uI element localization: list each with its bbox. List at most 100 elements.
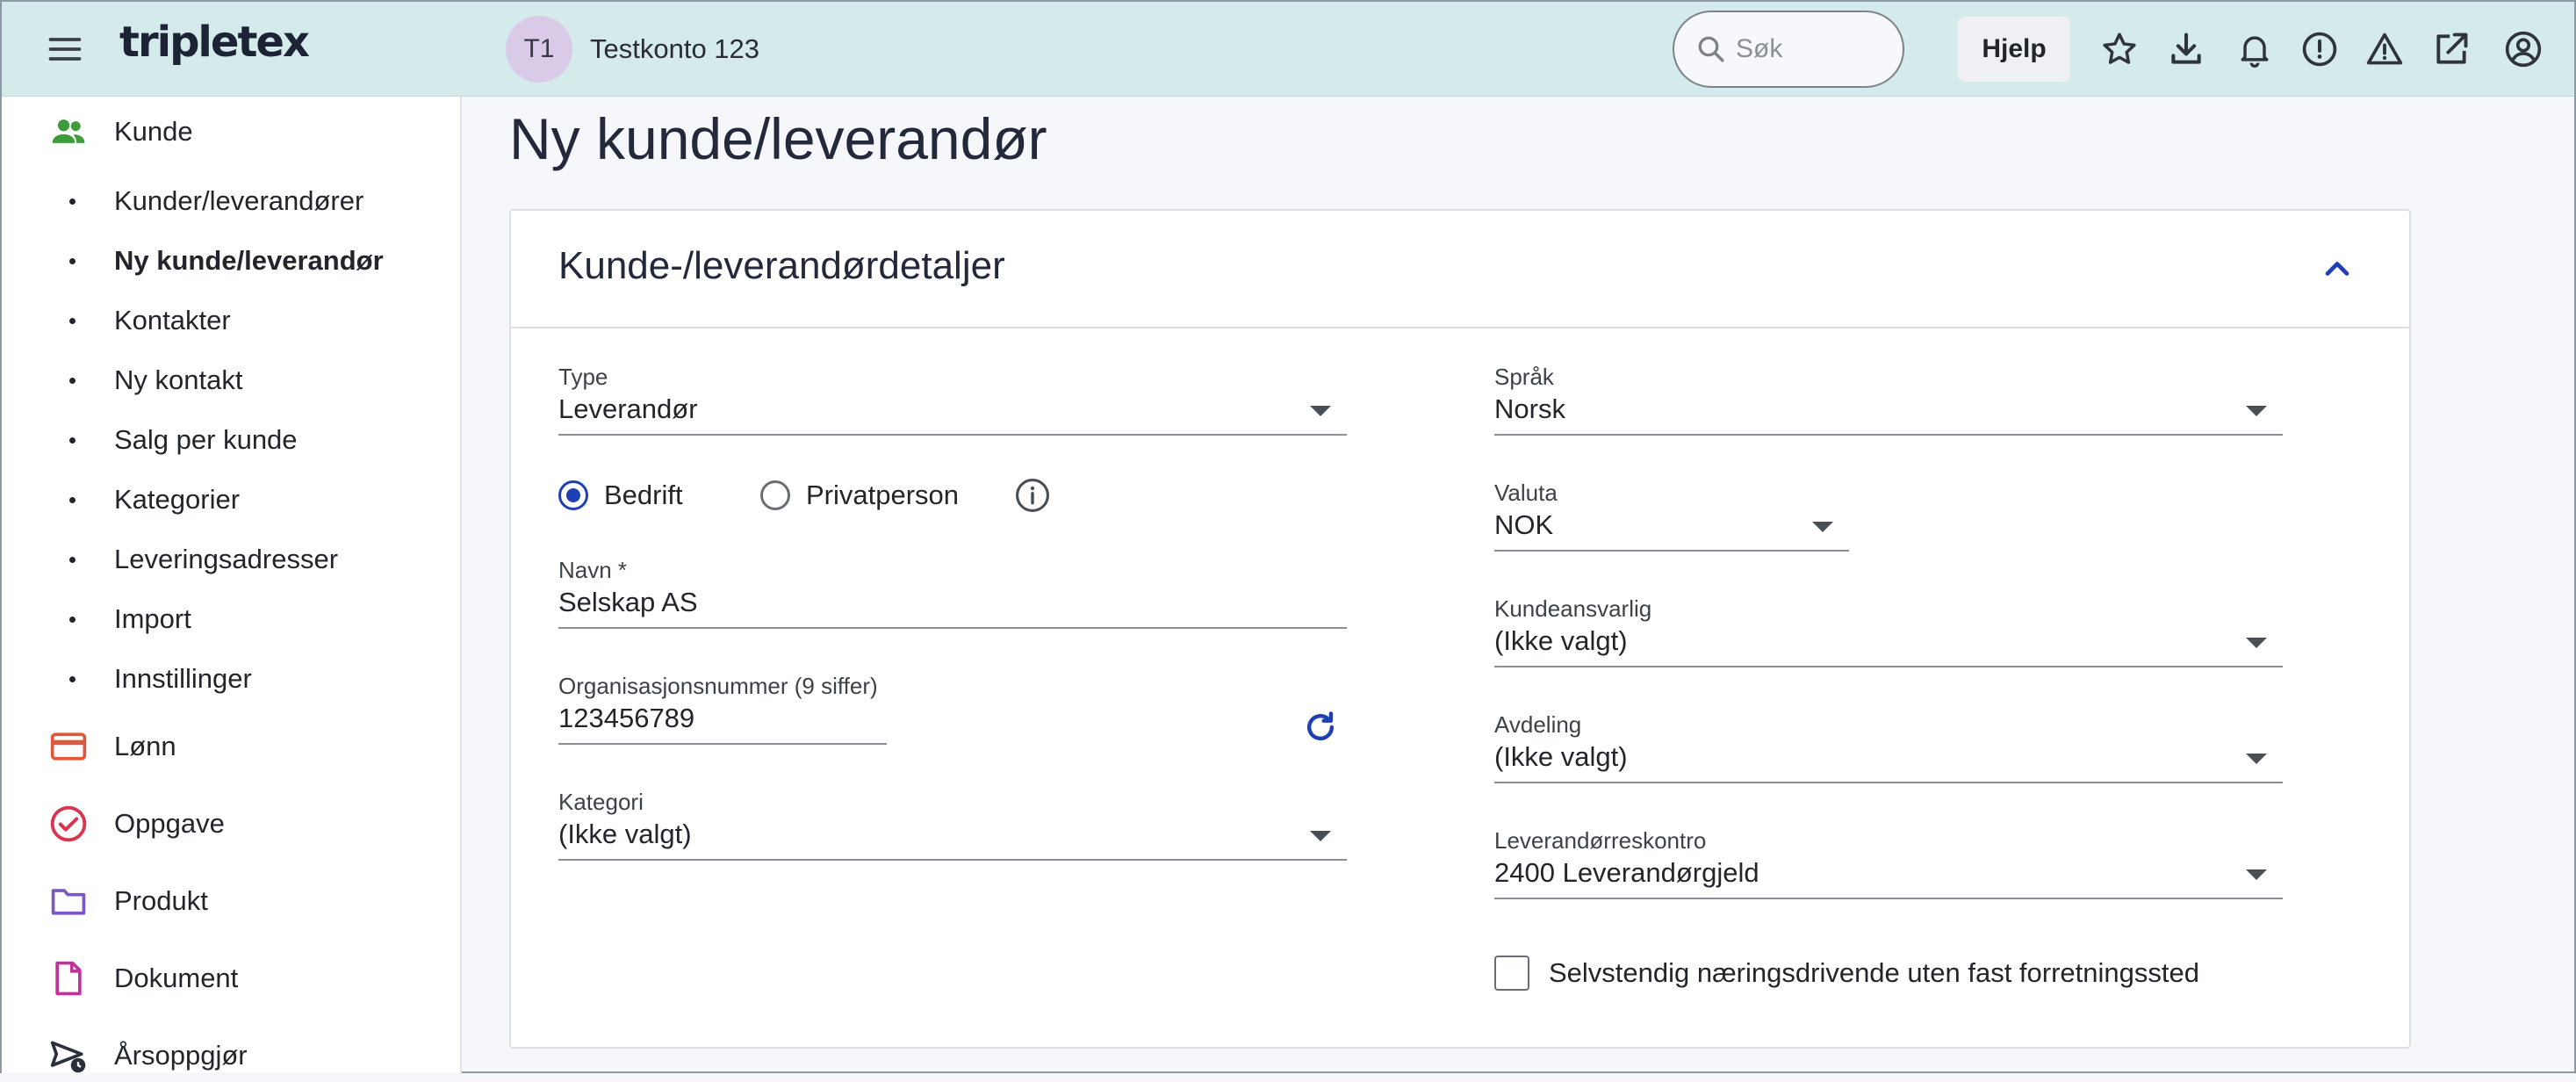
sidebar-item-dokument[interactable]: Dokument [2, 952, 460, 1005]
field-underline [558, 859, 1347, 861]
field-underline [1494, 898, 2283, 899]
sidebar-item-arsoppgjor[interactable]: Årsoppgjør [2, 1029, 460, 1082]
card-title: Kunde-/leverandørdetaljer [558, 244, 1005, 287]
bullet [69, 616, 76, 623]
field-value: Leverandør [558, 393, 698, 424]
help-button[interactable]: Hjelp [1958, 17, 2070, 82]
field-underline [1494, 550, 1849, 552]
field-label: Navn * [558, 557, 628, 583]
field-label: Organisasjonsnummer (9 siffer) [558, 673, 878, 699]
sidebar-subitem-label: Ny kontakt [114, 364, 243, 395]
name-field[interactable]: Navn * Selskap AS [558, 557, 1347, 636]
sidebar-item-produkt[interactable]: Produkt [2, 875, 460, 927]
field-label: Type [558, 364, 608, 390]
document-icon [49, 959, 88, 998]
refresh-icon[interactable] [1301, 708, 1340, 747]
sidebar-item-label: Produkt [114, 885, 208, 916]
field-underline [558, 627, 1347, 629]
customer-details-card: Kunde-/leverandørdetaljer Type Leverandø… [509, 209, 2411, 1049]
sidebar-item-lonn[interactable]: Lønn [2, 720, 460, 773]
info-icon[interactable] [1013, 476, 1052, 515]
customer-responsible-select[interactable]: Kundeansvarlig (Ikke valgt) [1494, 595, 2283, 674]
alert-circle-icon[interactable] [2300, 30, 2339, 69]
caret-down-icon [1310, 831, 1331, 841]
card-header: Kunde-/leverandørdetaljer [511, 211, 2409, 328]
field-value: NOK [1494, 509, 1554, 540]
sidebar-subitem-label: Leveringsadresser [114, 544, 339, 574]
radio-circle [760, 480, 790, 510]
radio-privatperson[interactable]: Privatperson [760, 480, 959, 511]
sidebar-subitem-label: Ny kunde/leverandør [114, 245, 384, 276]
external-link-icon[interactable] [2432, 30, 2471, 69]
account-name: Testkonto 123 [590, 33, 760, 64]
language-select[interactable]: Språk Norsk [1494, 364, 2283, 443]
user-circle-icon[interactable] [2504, 30, 2543, 69]
collapse-button[interactable] [2318, 249, 2357, 288]
caret-down-icon [2246, 754, 2267, 764]
supplier-ledger-select[interactable]: Leverandørreskontro 2400 Leverandørgjeld [1494, 827, 2283, 906]
bullet [69, 198, 76, 205]
menu-icon[interactable] [46, 30, 84, 69]
sidebar-subitem-label: Kontakter [114, 305, 231, 335]
sidebar-subitem-kunder-leverandorer[interactable]: Kunder/leverandører [2, 177, 460, 226]
sidebar-subitem-innstillinger[interactable]: Innstillinger [2, 654, 460, 703]
folder-icon [49, 882, 88, 920]
type-select[interactable]: Type Leverandør [558, 364, 1347, 443]
field-label: Avdeling [1494, 711, 1582, 738]
sidebar-subitem-salg-per-kunde[interactable]: Salg per kunde [2, 415, 460, 465]
sidebar-item-label: Dokument [114, 963, 239, 993]
category-select[interactable]: Kategori (Ikke valgt) [558, 789, 1347, 868]
sidebar-item-label: Oppgave [114, 808, 225, 839]
sidebar-subitem-label: Import [114, 603, 191, 634]
sidebar-subitem-label: Kunder/leverandører [114, 185, 364, 216]
warning-triangle-icon[interactable] [2365, 30, 2404, 69]
sidebar-subitem-kontakter[interactable]: Kontakter [2, 296, 460, 345]
sidebar-subitem-ny-kontakt[interactable]: Ny kontakt [2, 356, 460, 405]
sidebar-item-label: Lønn [114, 731, 176, 761]
sidebar-item-oppgave[interactable]: Oppgave [2, 797, 460, 850]
field-label: Kategori [558, 789, 644, 815]
field-value: 123456789 [558, 703, 695, 733]
bullet [69, 377, 76, 384]
account-switcher[interactable]: T1 Testkonto 123 [506, 16, 759, 83]
caret-down-icon [2246, 638, 2267, 648]
search-placeholder: Søk [1736, 34, 1783, 63]
download-icon[interactable] [2167, 30, 2205, 69]
caret-down-icon [2246, 869, 2267, 880]
star-icon[interactable] [2100, 30, 2139, 69]
currency-select[interactable]: Valuta NOK [1494, 480, 1849, 559]
field-underline [1494, 434, 2283, 436]
radio-bedrift[interactable]: Bedrift [558, 480, 683, 511]
org-number-field[interactable]: Organisasjonsnummer (9 siffer) 123456789 [558, 673, 892, 752]
self-employed-checkbox[interactable]: Selvstendig næringsdrivende uten fast fo… [1494, 956, 2199, 991]
sidebar-item-kunde[interactable]: Kunde [2, 105, 460, 158]
caret-down-icon [1310, 406, 1331, 416]
search-input[interactable]: Søk [1673, 11, 1904, 88]
bullet [69, 317, 76, 324]
bullet [69, 675, 76, 682]
page-title: Ny kunde/leverandør [509, 106, 1047, 171]
field-value: Norsk [1494, 393, 1565, 424]
bullet [69, 436, 76, 444]
department-select[interactable]: Avdeling (Ikke valgt) [1494, 711, 2283, 790]
sidebar-subitem-label: Innstillinger [114, 663, 252, 694]
field-label: Leverandørreskontro [1494, 827, 1707, 854]
check-circle-icon [49, 804, 88, 843]
field-label: Kundeansvarlig [1494, 595, 1652, 622]
sidebar-subitem-ny-kunde-leverandor[interactable]: Ny kunde/leverandør [2, 236, 460, 285]
field-value: (Ikke valgt) [1494, 625, 1628, 656]
radio-circle [558, 480, 588, 510]
bullet [69, 556, 76, 563]
checkbox-label: Selvstendig næringsdrivende uten fast fo… [1549, 957, 2199, 988]
avatar: T1 [506, 16, 572, 83]
top-bar: tripletex T1 Testkonto 123 Søk Hjelp [2, 2, 2574, 97]
sidebar-subitem-leveringsadresser[interactable]: Leveringsadresser [2, 535, 460, 584]
app-logo[interactable]: tripletex [119, 18, 310, 67]
sidebar-subitem-import[interactable]: Import [2, 595, 460, 644]
sidebar-item-label: Årsoppgjør [114, 1040, 248, 1071]
field-value: (Ikke valgt) [1494, 741, 1628, 772]
radio-label: Privatperson [806, 480, 960, 510]
bell-icon[interactable] [2235, 30, 2274, 69]
field-underline [558, 743, 887, 745]
sidebar-subitem-kategorier[interactable]: Kategorier [2, 475, 460, 524]
